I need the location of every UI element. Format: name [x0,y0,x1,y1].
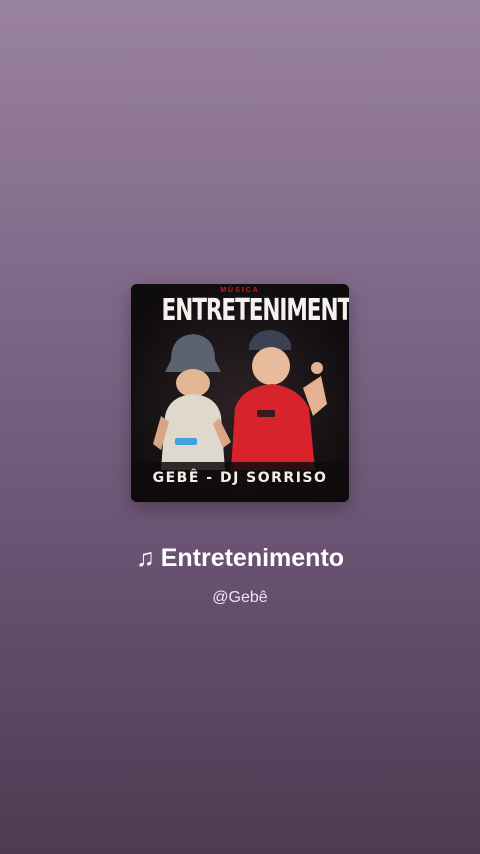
artist-handle[interactable]: @Gebê [0,588,480,608]
album-cover-title: ENTRETENIMENTO [161,293,349,328]
album-cover-artists: GEBÊ - DJ SORRISO [152,470,328,486]
music-note-icon: ♫ [135,544,155,572]
track-title: Entretenimento [160,544,345,572]
album-cover[interactable]: MÚSICA ENTRETENIMENTO GEBÊ - DJ SORRISO [131,284,349,502]
track-title-row: ♫ Entretenimento [0,541,480,575]
music-player-screen: MÚSICA ENTRETENIMENTO GEBÊ - DJ SORRISO … [0,0,480,854]
